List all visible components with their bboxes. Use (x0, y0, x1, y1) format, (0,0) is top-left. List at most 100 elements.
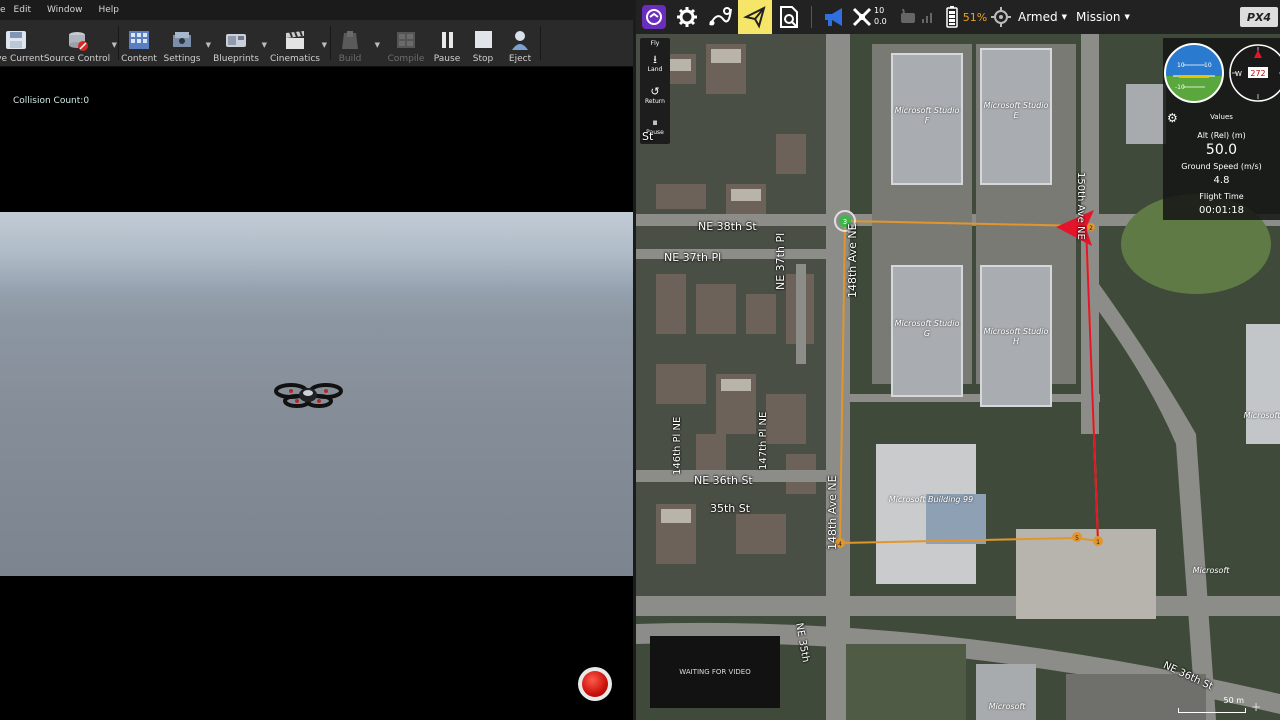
land-icon: ⭳ (653, 53, 657, 66)
cinematics-button[interactable]: Cinematics ▼ (270, 22, 327, 64)
waypoint-label: 5 (1075, 535, 1079, 542)
street-label: NE 36th St (694, 474, 753, 487)
chevron-down-icon[interactable]: ▼ (375, 41, 380, 49)
pause-icon: ⏸ (652, 116, 658, 129)
video-widget[interactable]: WAITING FOR VIDEO (650, 636, 780, 708)
street-label: NE 37th Pl (774, 232, 787, 290)
build-icon (338, 29, 362, 51)
qgc-logo-button[interactable] (640, 0, 668, 34)
toolbar-separator (540, 26, 541, 60)
build-button[interactable]: Build ▼ (336, 22, 380, 64)
settings-icon (170, 29, 194, 51)
rc-icon[interactable] (898, 0, 918, 34)
record-icon (582, 671, 608, 697)
street-label: NE 37th Pl (664, 251, 722, 264)
flight-time-label: Flight Time (1199, 192, 1244, 201)
values-panel: ⚙ Values Alt (Rel) (m) 50.0 Ground Speed… (1163, 110, 1280, 220)
svg-text:10: 10 (1177, 62, 1185, 69)
alt-value: 50.0 (1205, 142, 1238, 158)
speed-value: 4.8 (1213, 175, 1230, 186)
compile-button[interactable]: Compile (388, 22, 424, 64)
attitude-compass-widget: 10 10 -10 W 272 (1163, 38, 1280, 110)
values-title: Values (1210, 113, 1233, 121)
street-label: 147th Pl NE (758, 411, 769, 470)
content-button[interactable]: Content (121, 22, 157, 64)
svg-text:-10: -10 (1175, 84, 1185, 91)
waypoint-label: 2 (1089, 225, 1093, 232)
flight-time-value: 00:01:18 (1199, 205, 1244, 216)
alt-label: Alt (Rel) (m) (1197, 131, 1246, 140)
flight-mode: Mission (1076, 10, 1121, 24)
menu-edit[interactable]: Edit (14, 5, 31, 15)
content-icon (127, 29, 151, 51)
flight-mode-dropdown[interactable]: Mission ▼ (1076, 0, 1132, 34)
building-label: Microsoft Studio G (894, 319, 960, 338)
menu-file[interactable]: e (0, 5, 6, 15)
return-icon: ↺ (650, 85, 660, 98)
viewport-letterbox-bottom (0, 576, 633, 720)
heading-readout: 272 (1250, 69, 1265, 78)
battery-icon[interactable] (944, 0, 960, 34)
save-icon (4, 29, 28, 51)
menu-help[interactable]: Help (98, 5, 119, 15)
crosshair-icon[interactable] (990, 0, 1012, 34)
gps-satellite-icon[interactable] (850, 0, 874, 34)
gear-icon[interactable] (674, 0, 700, 34)
compass: W 272 (1229, 44, 1280, 102)
toolbar-separator (118, 26, 119, 60)
fly-tool[interactable]: Fly (640, 40, 670, 48)
ue-toolbar: ve Current Source Control ▼ Content Sett… (0, 20, 633, 67)
chevron-down-icon[interactable]: ▼ (322, 41, 327, 49)
waypoint-label: 1 (1096, 539, 1100, 546)
chevron-down-icon: ▼ (1124, 13, 1130, 21)
eject-icon (508, 29, 532, 51)
chevron-down-icon[interactable]: ▼ (206, 41, 211, 49)
blueprints-button[interactable]: Blueprints ▼ (213, 22, 267, 64)
fly-view-button[interactable] (738, 0, 772, 34)
chevron-down-icon[interactable]: ▼ (112, 41, 117, 49)
menu-window[interactable]: Window (47, 5, 83, 15)
building-label: Microsoft Studio E (983, 101, 1049, 120)
megaphone-icon[interactable] (820, 0, 850, 34)
settings-button[interactable]: Settings ▼ (162, 22, 211, 64)
record-button[interactable] (578, 667, 612, 701)
map-scale-label: 50 m (1223, 696, 1244, 705)
unreal-editor: e Edit Window Help ve Current Source Con… (0, 0, 633, 720)
save-current-button[interactable]: ve Current (0, 22, 44, 64)
building-label: Microsoft Studio H (983, 327, 1049, 346)
compile-icon (394, 29, 418, 51)
armed-dropdown[interactable]: Armed ▼ (1018, 0, 1068, 34)
chevron-down-icon[interactable]: ▼ (262, 41, 267, 49)
pause-button[interactable]: Pause (432, 22, 462, 64)
building-label: Microsoft (1243, 411, 1280, 420)
analyze-icon[interactable] (776, 0, 802, 34)
armed-status: Armed (1018, 10, 1058, 24)
street-label: 148th Ave NE (846, 223, 859, 298)
blueprints-icon (224, 29, 248, 51)
gps-count: 10 (874, 6, 885, 15)
gps-hdop: 0.0 (874, 17, 887, 26)
fly-tools-panel: Fly ⭳ Land ↺ Return ⏸ Pause (640, 38, 670, 144)
drone (273, 378, 345, 412)
flight-track (1085, 225, 1099, 543)
paper-plane-icon (743, 6, 766, 29)
building-label: Microsoft Studio F (894, 106, 960, 125)
stop-icon (471, 29, 495, 51)
source-control-icon (65, 29, 89, 51)
eject-button[interactable]: Eject (506, 22, 534, 64)
svg-text:W: W (1235, 70, 1242, 78)
return-tool[interactable]: ↺ Return (640, 86, 670, 106)
px4-logo: PX4 (1240, 7, 1278, 27)
collision-count: Collision Count:0 (13, 96, 90, 106)
street-label: 146th Pl NE (672, 416, 683, 475)
plan-route-icon[interactable] (706, 0, 734, 34)
battery-percent: 51% (962, 10, 988, 24)
gps-readout: 10 0.0 (874, 5, 890, 27)
toolbar-separator (811, 6, 812, 28)
qgc-toolbar: 10 0.0 51% Armed ▼ Mission ▼ PX4 (636, 0, 1280, 34)
stop-button[interactable]: Stop (470, 22, 496, 64)
zoom-in-button[interactable]: + (1246, 700, 1266, 718)
street-label: 150th Ave NE (1075, 172, 1086, 240)
source-control-button[interactable]: Source Control ▼ (44, 22, 117, 64)
land-tool[interactable]: ⭳ Land (640, 54, 670, 74)
